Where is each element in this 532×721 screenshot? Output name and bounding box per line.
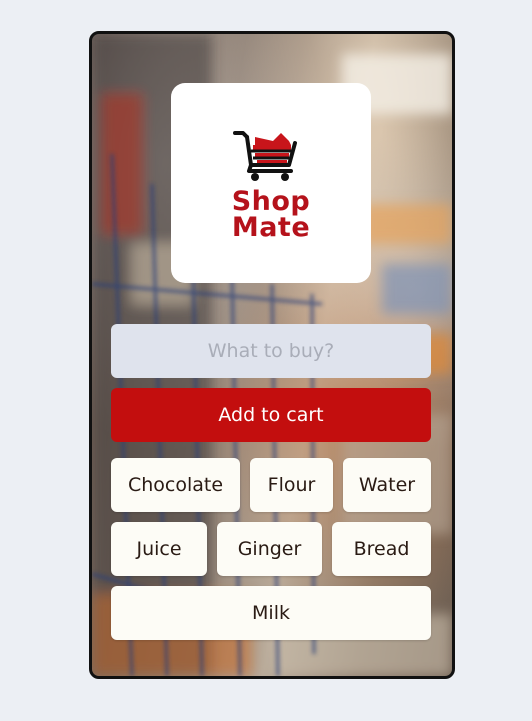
item-chip-chocolate[interactable]: Chocolate — [111, 458, 240, 512]
item-chip-ginger[interactable]: Ginger — [217, 522, 322, 576]
item-chip-milk[interactable]: Milk — [111, 586, 431, 640]
item-chip-juice[interactable]: Juice — [111, 522, 207, 576]
brand-name-line2: Mate — [231, 212, 311, 243]
item-chip-water[interactable]: Water — [343, 458, 431, 512]
logo-card: Shop Mate — [171, 83, 371, 283]
app-frame: Shop Mate Add to cart Chocolate Flour Wa… — [89, 31, 455, 679]
item-chip-bread[interactable]: Bread — [332, 522, 431, 576]
shopping-cart-icon — [233, 131, 297, 181]
add-to-cart-button[interactable]: Add to cart — [111, 388, 431, 442]
search-input[interactable] — [111, 324, 431, 378]
item-chip-flour[interactable]: Flour — [250, 458, 333, 512]
